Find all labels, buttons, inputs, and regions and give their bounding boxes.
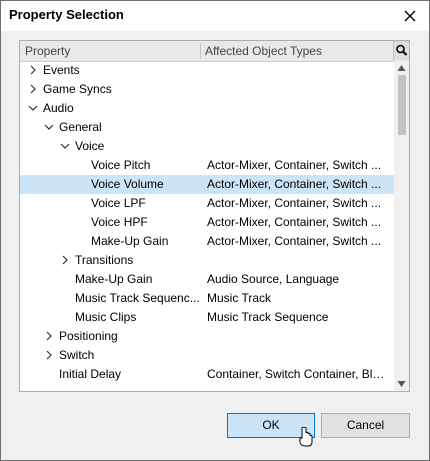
tree-row[interactable]: Game Syncs: [20, 80, 394, 99]
scroll-down-arrow-icon[interactable]: [397, 380, 406, 388]
property-name: Game Syncs: [43, 82, 112, 96]
property-name: Switch: [59, 348, 95, 362]
tree-row[interactable]: Make-Up Gain Actor-Mixer, Container, Swit…: [20, 232, 394, 251]
tree-row[interactable]: Voice LPF Actor-Mixer, Container, Switch …: [20, 194, 394, 213]
affected-object-types: Audio Source, Language: [207, 272, 340, 286]
property-name: Events: [43, 63, 80, 77]
tree-row[interactable]: Music Track Sequenc... Music Track: [20, 289, 394, 308]
tree-row[interactable]: Voice: [20, 137, 394, 156]
search-button[interactable]: [393, 41, 409, 60]
property-name: Voice: [75, 139, 105, 153]
property-name: Voice HPF: [91, 215, 148, 229]
property-name: Make-Up Gain: [91, 234, 169, 248]
property-name: Positioning: [59, 329, 118, 343]
tree-row[interactable]: Audio: [20, 99, 394, 118]
tree-row[interactable]: Make-Up Gain Audio Source, Language: [20, 270, 394, 289]
tree-row[interactable]: Events: [20, 61, 394, 80]
tree-rows: Events Game Syncs Audio General Voice Voice P…: [20, 61, 394, 391]
mouse-cursor-icon: [299, 427, 313, 447]
search-icon: [396, 44, 408, 56]
column-affected-types[interactable]: Affected Object Types: [205, 44, 322, 58]
property-name: Voice LPF: [91, 196, 146, 210]
tree-row[interactable]: Transitions: [20, 251, 394, 270]
chevron-right-icon[interactable]: [28, 65, 38, 75]
property-name: Audio: [43, 101, 74, 115]
affected-object-types: Actor-Mixer, Container, Switch ...: [207, 177, 382, 191]
property-name: Initial Delay: [59, 367, 122, 381]
property-tree[interactable]: Property Affected Object Types Events Gam…: [19, 40, 410, 392]
tree-row[interactable]: Voice Pitch Actor-Mixer, Container, Switc…: [20, 156, 394, 175]
property-name: Voice Pitch: [91, 158, 151, 172]
title-bar: Property Selection: [1, 1, 429, 31]
tree-row[interactable]: Voice Volume Actor-Mixer, Container, Swit…: [20, 175, 394, 194]
scrollbar-thumb[interactable]: [398, 75, 406, 135]
tree-row[interactable]: Initial Delay Container, Switch Container…: [20, 365, 394, 384]
vertical-scrollbar[interactable]: [394, 61, 409, 391]
chevron-right-icon[interactable]: [44, 331, 54, 341]
tree-row[interactable]: Switch: [20, 346, 394, 365]
tree-row[interactable]: Music Clips Music Track Sequence: [20, 308, 394, 327]
dialog-title: Property Selection: [9, 7, 124, 22]
chevron-down-icon[interactable]: [44, 122, 54, 132]
property-name: Transitions: [75, 253, 134, 267]
property-selection-dialog: Property Selection Property Affected Obj…: [0, 0, 430, 461]
property-name: Music Clips: [75, 310, 137, 324]
affected-object-types: Actor-Mixer, Container, Switch ...: [207, 215, 382, 229]
property-name: Music Track Sequenc...: [75, 291, 200, 305]
tree-row[interactable]: Voice HPF Actor-Mixer, Container, Switch …: [20, 213, 394, 232]
property-name: Voice Volume: [91, 177, 164, 191]
affected-object-types: Actor-Mixer, Container, Switch ...: [207, 234, 382, 248]
chevron-down-icon[interactable]: [60, 141, 70, 151]
scroll-up-arrow-icon[interactable]: [397, 64, 406, 72]
column-separator[interactable]: [200, 43, 201, 59]
chevron-right-icon[interactable]: [44, 350, 54, 360]
property-name: General: [59, 120, 102, 134]
affected-object-types: Actor-Mixer, Container, Switch ...: [207, 158, 382, 172]
affected-object-types: Music Track: [207, 291, 272, 305]
chevron-right-icon[interactable]: [28, 84, 38, 94]
tree-row[interactable]: General: [20, 118, 394, 137]
column-header: Property Affected Object Types: [20, 41, 409, 62]
chevron-down-icon[interactable]: [28, 103, 38, 113]
tree-row[interactable]: Positioning: [20, 327, 394, 346]
affected-object-types: Actor-Mixer, Container, Switch ...: [207, 196, 382, 210]
close-icon[interactable]: [400, 6, 420, 26]
affected-object-types: Music Track Sequence: [207, 310, 329, 324]
chevron-right-icon[interactable]: [60, 255, 70, 265]
affected-object-types: Container, Switch Container, Ble...: [207, 367, 387, 381]
cancel-button[interactable]: Cancel: [321, 413, 410, 438]
property-name: Make-Up Gain: [75, 272, 153, 286]
column-property[interactable]: Property: [25, 44, 70, 58]
